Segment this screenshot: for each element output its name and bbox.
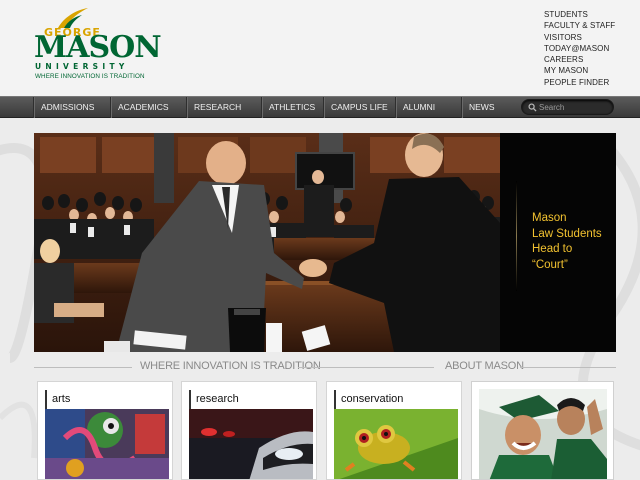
logo-mason-text: MASON: [34, 30, 162, 65]
nav-news[interactable]: NEWS: [461, 97, 501, 118]
nav-admissions[interactable]: ADMISSIONS: [33, 97, 111, 118]
hero-feature[interactable]: Mason Law Students Head to “Court”: [34, 133, 616, 352]
graffiti-art-image: [45, 408, 169, 479]
card-label: research: [189, 390, 313, 409]
link-people-finder[interactable]: PEOPLE FINDER: [544, 77, 615, 88]
hero-headline[interactable]: Mason Law Students Head to “Court”: [532, 211, 612, 273]
hero-caption-line: “Court”: [532, 258, 568, 271]
car-headlight-image: [189, 408, 313, 479]
hero-caption-line: Mason: [532, 212, 567, 224]
site-header: GEORGE MASON UNIVERSITY WHERE INNOVATION…: [0, 0, 640, 96]
graduates-photo: [479, 389, 607, 479]
logo-university-text: UNIVERSITY: [35, 62, 129, 71]
link-students[interactable]: STUDENTS: [544, 9, 615, 20]
link-faculty-staff[interactable]: FACULTY & STAFF: [544, 20, 615, 31]
tree-frog-image: [334, 408, 458, 479]
section-title-innovation: WHERE INNOVATION IS TRADITION: [140, 360, 321, 372]
link-today-at-mason[interactable]: TODAY@MASON: [544, 43, 615, 54]
section-rule: [520, 367, 616, 368]
card-conservation[interactable]: conservation: [326, 381, 462, 480]
search-box: [521, 99, 614, 115]
card-label: conservation: [334, 390, 458, 409]
audience-links: STUDENTS FACULTY & STAFF VISITORS TODAY@…: [544, 9, 615, 88]
link-careers[interactable]: CAREERS: [544, 54, 615, 65]
hero-caption-panel: Mason Law Students Head to “Court”: [500, 133, 616, 352]
section-rule: [298, 367, 434, 368]
search-icon[interactable]: [528, 103, 537, 112]
hero-divider: [516, 181, 517, 291]
card-arts[interactable]: arts: [37, 381, 173, 480]
nav-athletics[interactable]: ATHLETICS: [261, 97, 323, 118]
card-label: arts: [45, 390, 169, 409]
feature-cards: arts research conservation: [0, 381, 640, 480]
card-about-mason[interactable]: [471, 381, 614, 480]
logo-tagline: WHERE INNOVATION IS TRADITION: [35, 73, 145, 80]
section-rule: [34, 367, 132, 368]
courtroom-handshake-photo: [34, 133, 500, 352]
nav-research[interactable]: RESEARCH: [186, 97, 260, 118]
search-input[interactable]: [539, 101, 611, 114]
nav-academics[interactable]: ACADEMICS: [110, 97, 186, 118]
nav-campus-life[interactable]: CAMPUS LIFE: [323, 97, 395, 118]
hero-caption-line: Law Students: [532, 227, 602, 240]
link-my-mason[interactable]: MY MASON: [544, 65, 615, 76]
section-headings: WHERE INNOVATION IS TRADITION ABOUT MASO…: [0, 358, 640, 378]
section-title-about-mason: ABOUT MASON: [445, 360, 524, 372]
link-visitors[interactable]: VISITORS: [544, 32, 615, 43]
hero-caption-line: Head to: [532, 243, 573, 255]
main-nav: ADMISSIONS ACADEMICS RESEARCH ATHLETICS …: [0, 96, 640, 118]
nav-alumni[interactable]: ALUMNI: [395, 97, 461, 118]
card-research[interactable]: research: [181, 381, 317, 480]
